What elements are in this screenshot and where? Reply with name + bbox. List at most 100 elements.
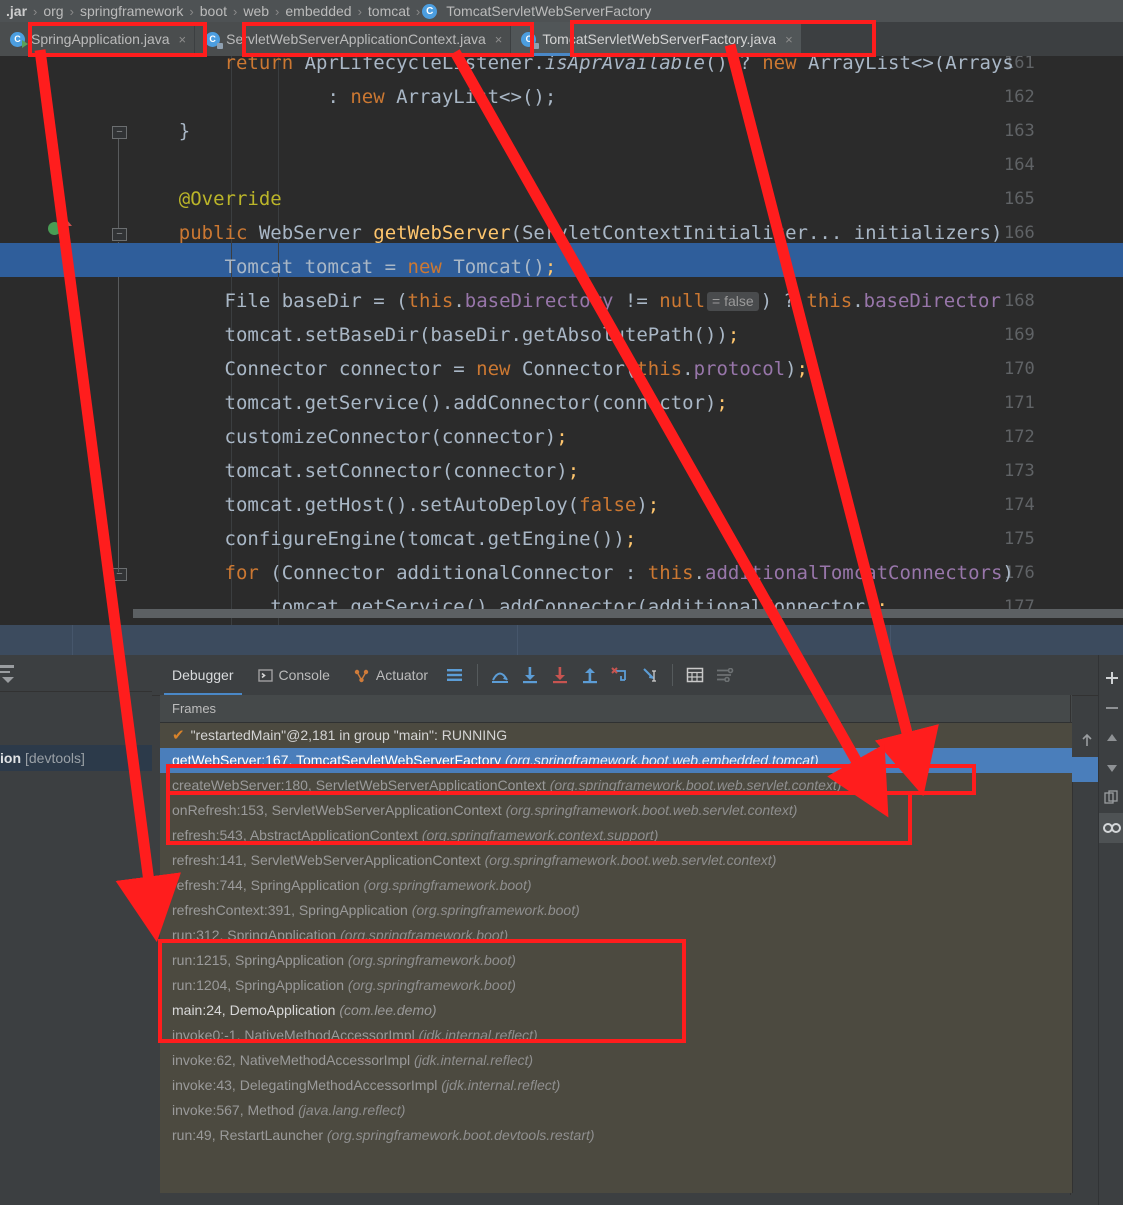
tab-console[interactable]: Console [246,655,342,695]
frame-row[interactable]: invoke:567, Method (java.lang.reflect) [160,1098,1072,1123]
override-marker-icon[interactable] [48,222,61,235]
override-arrow-icon[interactable] [62,220,72,236]
checkmark-icon: ✔ [172,727,185,744]
status-cell [72,625,518,655]
frames-header-label: Frames [172,701,217,716]
tab-servletwebserverapplicationcontext-java[interactable]: C ServletWebServerApplicationContext.jav… [195,22,511,56]
frame-row[interactable]: invoke0:-1, NativeMethodAccessorImpl (jd… [160,1023,1072,1048]
thread-row[interactable]: ✔ "restartedMain"@2,181 in group "main": … [160,723,1072,748]
tab-springapplication-java[interactable]: C SpringApplication.java × [0,22,195,56]
run-to-cursor-icon[interactable] [635,660,665,690]
arrow-down-icon[interactable] [1099,753,1123,783]
frame-row-selected[interactable]: getWebServer:167, TomcatServletWebServer… [160,748,1072,773]
frames-header: Frames [160,695,1072,723]
breadcrumb-item-1[interactable]: org [39,3,67,19]
frame-row[interactable]: refresh:744, SpringApplication (org.spri… [160,873,1072,898]
close-icon[interactable]: × [495,33,503,46]
step-into-icon[interactable] [515,660,545,690]
frame-row[interactable]: createWebServer:180, ServletWebServerApp… [160,773,1072,798]
step-out-icon[interactable] [575,660,605,690]
breadcrumb-separator-icon: › [33,3,38,19]
code-line-167: Tomcat tomcat = new Tomcat(); [133,256,557,278]
run-panel-toolbar[interactable] [0,655,152,692]
tab-label: ServletWebServerApplicationContext.java [226,31,486,47]
force-step-into-icon[interactable] [545,660,575,690]
fold-collapse-icon[interactable]: − [112,568,127,581]
tab-debugger[interactable]: Debugger [160,655,246,695]
layout-settings-icon[interactable] [440,660,470,690]
fold-collapse-icon[interactable]: − [112,228,127,241]
frame-row[interactable]: invoke:43, DelegatingMethodAccessorImpl … [160,1073,1072,1098]
toolbar-divider [672,664,674,686]
breadcrumb-item-5[interactable]: embedded [281,3,355,19]
close-icon[interactable]: × [785,33,793,46]
frame-row[interactable]: run:312, SpringApplication (org.springfr… [160,923,1072,948]
frame-row[interactable]: run:1204, SpringApplication (org.springf… [160,973,1072,998]
java-class-icon: C [422,3,438,19]
menu-icon[interactable] [0,671,10,673]
frame-row[interactable]: invoke:62, NativeMethodAccessorImpl (jdk… [160,1048,1072,1073]
code-line-168: File baseDir = (this.baseDirectory != nu… [133,290,1001,312]
frame-row[interactable]: refresh:141, ServletWebServerApplication… [160,848,1072,873]
breadcrumb-item-3[interactable]: boot [196,3,231,19]
frame-row[interactable]: run:1215, SpringApplication (org.springf… [160,948,1072,973]
breadcrumb-item-4[interactable]: web [239,3,273,19]
run-configurations-panel[interactable]: ion [devtools] [0,655,152,1205]
debug-tool-window[interactable]: Debugger Console Actuator Frames ✔ "rest… [152,655,1123,1205]
arrow-up-icon[interactable] [1099,723,1123,753]
run-panel-body [0,771,152,1205]
variables-side-toolbar[interactable] [1098,655,1123,1205]
code-line-166: public WebServer getWebServer(ServletCon… [178,222,1003,244]
debugger-tab-label: Debugger [172,667,234,683]
actuator-tab-label: Actuator [375,667,429,683]
code-line-176: for (Connector additionalConnector : thi… [224,562,1014,584]
editor-gutter[interactable] [0,56,133,625]
frame-method: main:24, DemoApplication [172,1002,336,1018]
frame-package: (org.springframework.boot) [411,902,580,918]
frame-method: invoke:43, DelegatingMethodAccessorImpl [172,1077,438,1093]
frame-row[interactable]: refreshContext:391, SpringApplication (o… [160,898,1072,923]
breadcrumb-item-2[interactable]: springframework [76,3,187,19]
settings-icon[interactable] [710,660,740,690]
code-editor[interactable]: 161 162 163 164 165 166 167 168 169 170 … [0,56,1123,625]
frame-package: (org.springframework.boot) [340,927,509,943]
fold-guide-line [118,242,119,572]
breadcrumb-item-0[interactable]: .jar [2,3,31,19]
close-icon[interactable]: × [179,33,187,46]
frame-row[interactable]: onRefresh:153, ServletWebServerApplicati… [160,798,1072,823]
scrollbar-thumb[interactable] [133,609,1123,618]
step-over-icon[interactable] [485,660,515,690]
watches-icon[interactable] [1099,813,1123,843]
minus-icon[interactable] [1099,693,1123,723]
plus-icon[interactable] [1099,663,1123,693]
code-line-162: : new ArrayList<>(); [133,86,557,108]
menu-icon[interactable] [0,665,14,668]
fold-collapse-icon[interactable]: − [112,126,127,139]
breadcrumb-item-7[interactable]: TomcatServletWebServerFactory [442,3,655,19]
frame-row-user-code[interactable]: main:24, DemoApplication (com.lee.demo) [160,998,1072,1023]
frame-package: (jdk.internal.reflect) [414,1052,534,1068]
code-line-177: tomcat.getService().addConnector(additio… [133,596,888,618]
tab-actuator[interactable]: Actuator [342,655,440,695]
frame-row[interactable]: refresh:543, AbstractApplicationContext … [160,823,1072,848]
frames-list[interactable]: ✔ "restartedMain"@2,181 in group "main": … [160,723,1072,1193]
evaluate-expression-icon[interactable] [680,660,710,690]
breadcrumb[interactable]: .jar › org › springframework › boot › we… [0,0,1123,22]
fold-guide-line [118,130,119,230]
code-text-area[interactable]: return AprLifecycleListener.isAprAvailab… [0,56,1123,625]
run-config-selected-item[interactable]: ion [devtools] [0,745,152,771]
frame-row[interactable]: run:49, RestartLauncher (org.springframe… [160,1123,1072,1148]
frame-package: (com.lee.demo) [339,1002,437,1018]
debug-toolbar[interactable]: Debugger Console Actuator [152,655,1123,695]
breadcrumb-separator-icon: › [189,3,194,19]
drop-frame-icon[interactable] [605,660,635,690]
frame-package: (org.springframework.boot.web.embedded.t… [505,752,819,768]
copy-icon[interactable] [1099,783,1123,813]
console-icon [257,668,273,683]
frame-method: refresh:141, ServletWebServerApplication… [172,852,481,868]
tab-tomcatservletwebserverfactory-java[interactable]: C TomcatServletWebServerFactory.java × [511,22,801,56]
breadcrumb-item-6[interactable]: tomcat [364,3,414,19]
code-line-175: configureEngine(tomcat.getEngine()); [133,528,637,550]
chevron-down-icon[interactable] [2,677,14,683]
editor-horizontal-scrollbar[interactable] [133,609,1123,618]
